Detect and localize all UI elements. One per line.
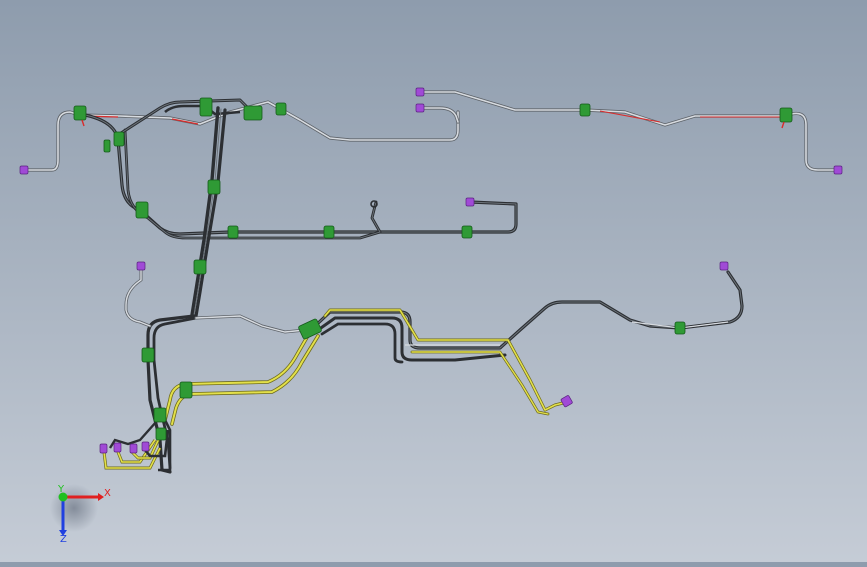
y-axis-label: Y [57,484,65,495]
connector [415,87,425,97]
top-left-brake-line [24,100,460,172]
yellow-tube-bundle [102,308,569,472]
connector [833,165,843,175]
connector [99,443,108,454]
cad-viewport[interactable]: X Y Z [0,0,867,562]
connector [415,103,425,113]
connector [19,165,29,175]
coordinate-axes-triad-icon: X Y Z [50,484,111,545]
connector [113,442,122,453]
purple-connectors [19,87,843,454]
clip [73,97,793,441]
green-clips [73,97,793,441]
connector [560,395,573,408]
connector [136,261,146,271]
connector [129,443,138,454]
z-axis-label: Z [60,534,67,545]
connector [465,197,475,207]
top-right-brake-line [418,90,840,172]
connector [141,441,150,452]
tube-assembly-drawing[interactable]: X Y Z [0,0,867,562]
connector [719,261,729,271]
black-tube-bundle [78,98,744,474]
x-axis-label: X [104,488,111,499]
